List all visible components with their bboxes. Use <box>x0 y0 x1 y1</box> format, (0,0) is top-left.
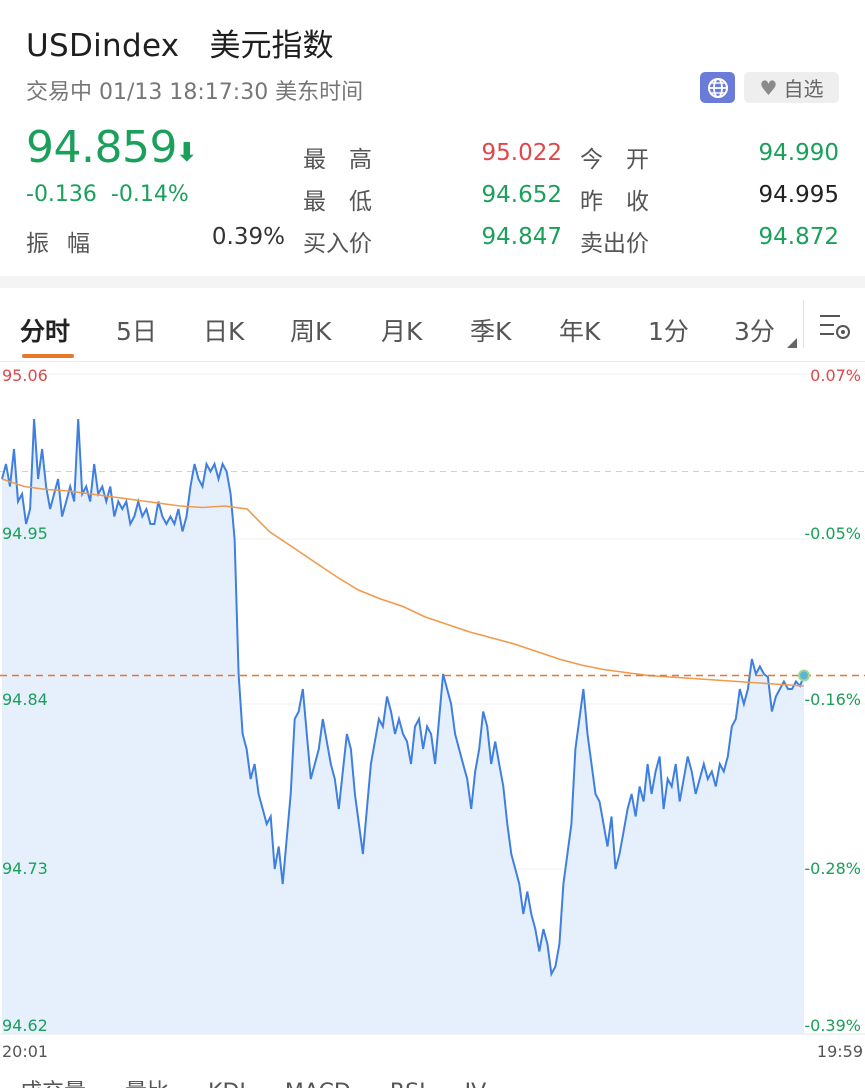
indicator-tab-kdj[interactable]: KDJ <box>208 1080 246 1088</box>
indicator-tab-rsi[interactable]: RSI <box>390 1080 426 1088</box>
bid-label: 买入价 <box>303 231 372 257</box>
tab-quarterly-k[interactable]: 季K <box>470 312 511 348</box>
symbol-title: USDindex <box>26 28 180 64</box>
tab-monthly-k[interactable]: 月K <box>381 312 422 348</box>
globe-icon <box>707 77 728 98</box>
time-end-label: 19:59 <box>816 1042 863 1061</box>
high-value: 95.022 <box>481 140 562 166</box>
tab-5day[interactable]: 5日 <box>116 312 157 348</box>
price-area-fill <box>2 419 804 1034</box>
y-tick-label: 94.62 <box>2 1016 48 1035</box>
intraday-chart[interactable]: 95.06 94.95 94.84 94.73 94.62 0.07% -0.0… <box>0 362 865 1088</box>
prev-close-label: 昨 收 <box>580 189 649 215</box>
y-tick-label: 94.84 <box>2 690 48 709</box>
dropdown-triangle-icon[interactable] <box>787 338 797 348</box>
y-tick-label: 94.95 <box>2 524 48 543</box>
amplitude-value: 0.39% <box>211 224 285 250</box>
low-label: 最 低 <box>303 189 372 215</box>
low-value: 94.652 <box>481 182 562 208</box>
period-tabs: 分时 5日 日K 周K 月K 季K 年K 1分 3分 <box>0 288 865 362</box>
high-label: 最 高 <box>303 147 372 173</box>
current-price-dot <box>798 669 810 682</box>
title-row: USDindex 美元指数 <box>26 20 333 65</box>
indicator-tab-volume[interactable]: 成交量 <box>20 1080 86 1088</box>
tab-daily-k[interactable]: 日K <box>203 312 244 348</box>
trading-status: 交易中 01/13 18:17:30 美东时间 <box>26 80 364 105</box>
price-change: -0.136 -0.14% <box>26 182 189 207</box>
y-tick-label: 95.06 <box>2 366 48 385</box>
ask-value: 94.872 <box>758 224 839 250</box>
time-start-label: 20:01 <box>2 1042 49 1061</box>
tab-1min[interactable]: 1分 <box>648 312 689 348</box>
pct-tick-label: -0.05% <box>804 524 861 543</box>
ask-label: 卖出价 <box>580 231 649 257</box>
open-value: 94.990 <box>758 140 839 166</box>
change-percent: -0.14% <box>110 182 189 207</box>
tab-3min[interactable]: 3分 <box>734 312 775 348</box>
symbol-name: 美元指数 <box>209 28 334 64</box>
tab-weekly-k[interactable]: 周K <box>290 312 331 348</box>
globe-button[interactable] <box>700 72 735 103</box>
pct-tick-label: -0.28% <box>804 859 861 878</box>
active-tab-indicator <box>22 354 74 358</box>
chart-canvas[interactable] <box>0 362 865 1042</box>
y-tick-label: 94.73 <box>2 859 48 878</box>
pct-tick-label: -0.16% <box>804 690 861 709</box>
pct-tick-label: -0.39% <box>804 1016 861 1035</box>
settings-icon[interactable] <box>818 312 852 340</box>
indicator-tab-macd[interactable]: MACD <box>285 1080 351 1088</box>
indicator-tab-volume-ratio[interactable]: 量比 <box>125 1080 169 1088</box>
bid-value: 94.847 <box>481 224 562 250</box>
indicator-tab-iv[interactable]: IV <box>465 1080 487 1088</box>
heart-icon: ♥ <box>759 75 778 100</box>
indicator-tabs: 成交量 量比 KDJ MACD RSI IV <box>20 1074 518 1088</box>
tab-yearly-k[interactable]: 年K <box>559 312 600 348</box>
prev-close-value: 94.995 <box>758 182 839 208</box>
favorite-label: 自选 <box>783 77 824 101</box>
favorite-button[interactable]: ♥ 自选 <box>744 72 839 103</box>
tab-intraday[interactable]: 分时 <box>20 312 70 348</box>
amplitude-label: 振幅 <box>26 231 108 257</box>
open-label: 今 开 <box>580 147 649 173</box>
section-divider <box>0 276 865 288</box>
quote-header: USDindex 美元指数 交易中 01/13 18:17:30 美东时间 ♥ … <box>0 0 865 276</box>
down-arrow-icon: ⬇ <box>176 138 198 168</box>
pct-tick-label: 0.07% <box>810 366 861 385</box>
tab-separator <box>803 300 804 348</box>
change-value: -0.136 <box>26 182 97 207</box>
last-price: 94.859 <box>26 122 177 173</box>
